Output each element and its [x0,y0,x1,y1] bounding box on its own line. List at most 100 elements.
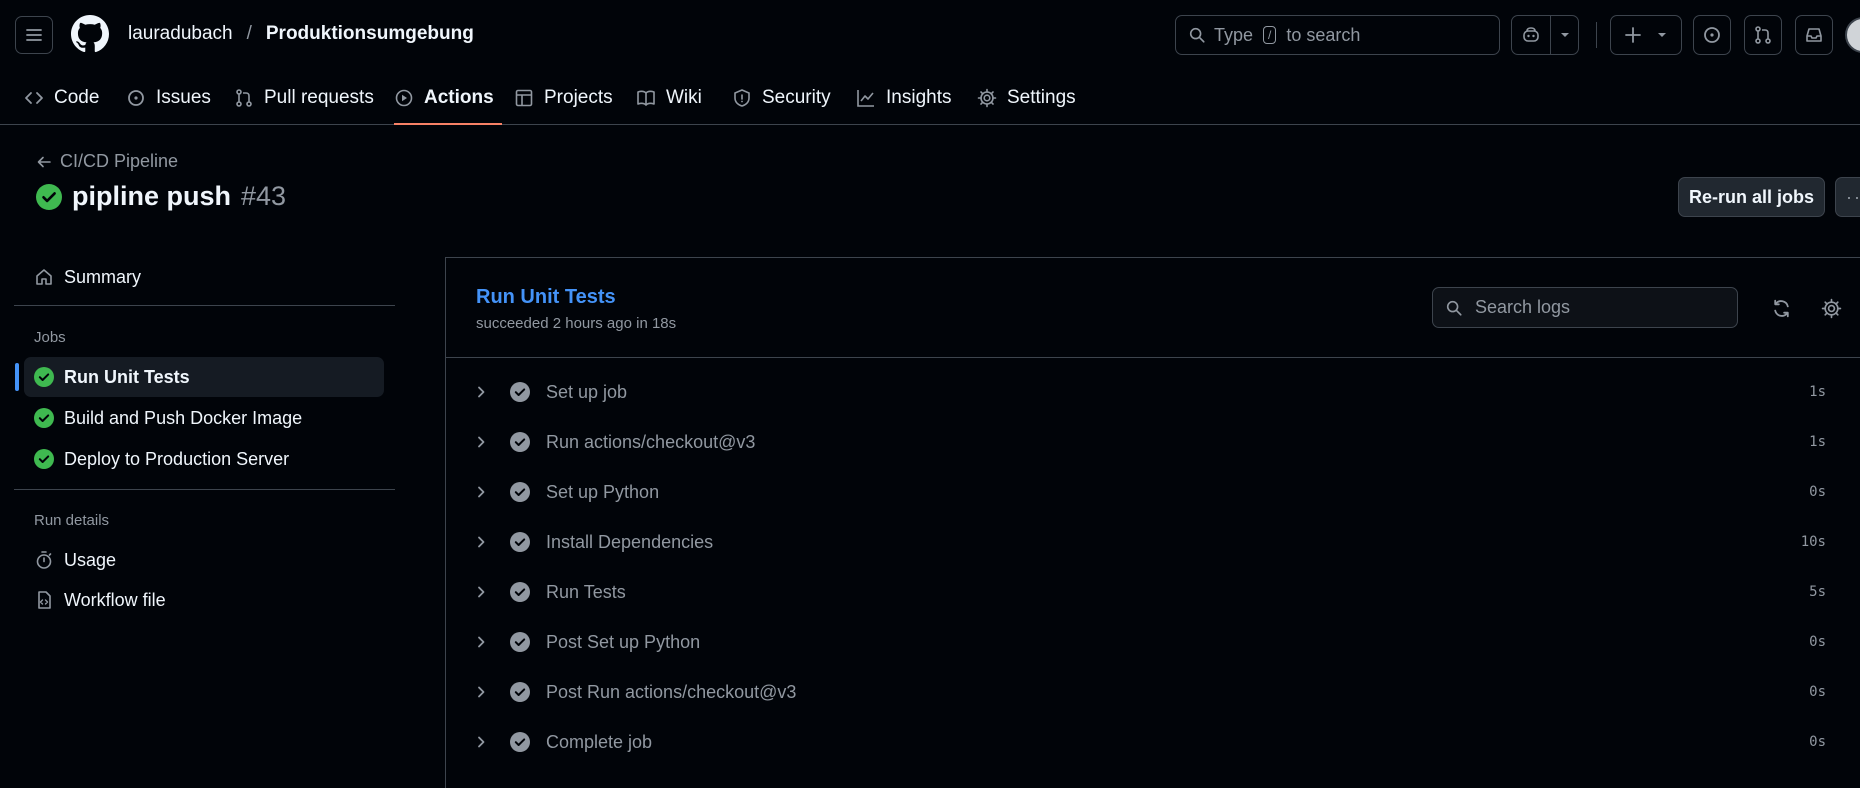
search-logs-input[interactable] [1475,297,1715,318]
inbox-button[interactable] [1795,15,1833,55]
github-logo-icon[interactable] [71,15,109,53]
copilot-dropdown[interactable] [1551,16,1578,54]
chevron-right-icon[interactable] [473,584,489,600]
breadcrumb-separator: / [246,23,252,44]
copilot-main[interactable] [1512,16,1552,54]
chevron-right-icon[interactable] [473,684,489,700]
sidebar-item-label: Deploy to Production Server [64,448,290,469]
tab-insights[interactable]: Insights [856,70,951,125]
header-divider [1596,22,1597,48]
sidebar-job-build-docker[interactable]: Build and Push Docker Image [24,398,384,438]
check-circle-icon [510,632,530,652]
workflow-back-link[interactable]: CI/CD Pipeline [36,151,178,172]
tab-code[interactable]: Code [24,70,99,125]
step-row[interactable]: Run actions/checkout@v3 1s [446,421,1860,463]
step-label: Complete job [546,731,653,752]
pull-request-icon [1755,26,1771,44]
tab-settings[interactable]: Settings [977,70,1076,125]
caret-down-icon [1560,33,1569,37]
sync-icon [1773,299,1789,317]
step-row[interactable]: Run Tests 5s [446,571,1860,613]
chevron-right-icon[interactable] [473,384,489,400]
job-title[interactable]: Run Unit Tests [476,286,616,309]
plus-icon [1625,27,1641,43]
graph-icon [857,89,874,107]
tab-pull-requests[interactable]: Pull requests [234,70,374,125]
step-duration: 0s [1809,734,1826,750]
tab-actions[interactable]: Actions [394,70,502,125]
tab-security[interactable]: Security [732,70,831,125]
step-row[interactable]: Post Run actions/checkout@v3 0s [446,671,1860,713]
sidebar-item-usage[interactable]: Usage [24,540,384,580]
shield-icon [734,88,750,107]
check-circle-icon [510,432,530,452]
sidebar-job-run-unit-tests[interactable]: Run Unit Tests [24,357,384,397]
global-search-input[interactable]: Type / to search [1175,15,1500,55]
home-icon [36,269,52,285]
step-row[interactable]: Post Set up Python 0s [446,621,1860,663]
sidebar-item-label: Summary [64,266,142,287]
pull-requests-shortcut-button[interactable] [1744,15,1782,55]
chevron-right-icon[interactable] [473,534,489,550]
check-circle-icon [34,408,54,428]
sidebar-item-label: Workflow file [64,589,166,610]
step-row[interactable]: Install Dependencies 10s [446,521,1860,563]
check-circle-icon [510,382,530,402]
search-prefix: Type [1214,24,1254,45]
step-label: Set up job [546,381,628,402]
sidebar-item-workflow-file[interactable]: Workflow file [24,580,384,620]
book-icon [637,90,655,106]
tab-label: Code [54,86,100,108]
copilot-button[interactable] [1511,15,1579,55]
avatar[interactable] [1845,17,1860,53]
tab-wiki[interactable]: Wiki [636,70,702,125]
tab-projects[interactable]: Projects [514,70,613,125]
jobs-heading: Jobs [34,329,66,346]
step-duration: 5s [1809,584,1826,600]
selected-indicator [15,363,19,391]
more-options-button[interactable]: ··· [1835,177,1860,217]
issues-shortcut-button[interactable] [1693,15,1731,55]
search-logs-field[interactable] [1432,287,1738,328]
create-new-button[interactable] [1610,15,1682,55]
tab-issues[interactable]: Issues [126,70,211,125]
run-number: #43 [241,181,287,211]
chevron-right-icon[interactable] [473,634,489,650]
sidebar-item-label: Build and Push Docker Image [64,407,303,428]
pull-request-icon [236,88,252,107]
search-icon [1189,27,1205,43]
tab-label: Projects [544,86,613,108]
rerun-all-jobs-button[interactable]: Re-run all jobs [1678,177,1825,217]
refresh-button[interactable] [1766,293,1796,323]
gear-icon [977,88,997,107]
search-shortcut-key: / [1263,26,1277,44]
job-log-panel: Run Unit Tests succeeded 2 hours ago in … [445,257,1860,788]
step-row[interactable]: Complete job 0s [446,721,1860,763]
tab-label: Actions [424,86,494,108]
table-icon [515,89,533,106]
job-status-text: succeeded 2 hours ago in 18s [476,315,677,332]
chevron-right-icon[interactable] [473,734,489,750]
check-circle-icon [510,582,530,602]
caret-down-icon [1658,33,1666,37]
sidebar-job-deploy[interactable]: Deploy to Production Server [24,439,384,479]
step-duration: 1s [1809,384,1826,400]
repo-name-link[interactable]: Produktionsumgebung [266,23,474,45]
app-header: lauradubach / Produktionsumgebung Type /… [0,0,1860,125]
tab-label: Pull requests [264,86,374,108]
breadcrumb: lauradubach / Produktionsumgebung [128,23,474,45]
step-label: Post Run actions/checkout@v3 [546,681,797,702]
search-icon [1446,300,1462,316]
chevron-right-icon[interactable] [473,484,489,500]
chevron-right-icon[interactable] [473,434,489,450]
step-row[interactable]: Set up job 1s [446,371,1860,413]
check-circle-icon [34,449,54,469]
step-row[interactable]: Set up Python 0s [446,471,1860,513]
stopwatch-icon [36,551,52,569]
log-settings-button[interactable] [1816,293,1846,323]
copilot-icon [1523,27,1540,42]
sidebar-item-summary[interactable]: Summary [24,257,384,297]
menu-button[interactable] [15,16,53,54]
repo-owner-link[interactable]: lauradubach [128,23,233,45]
arrow-left-icon [37,156,51,167]
